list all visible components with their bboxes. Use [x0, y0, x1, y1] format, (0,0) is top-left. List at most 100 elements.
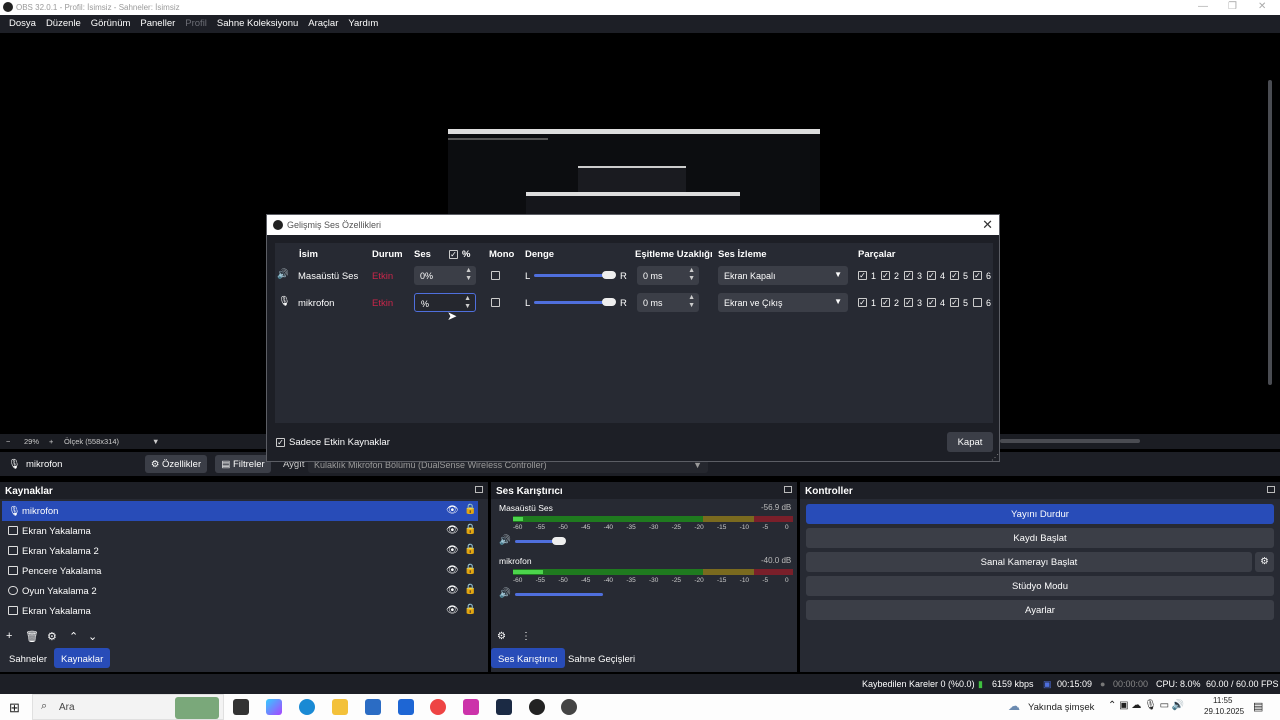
move-up-icon[interactable]: ⌃ [69, 630, 78, 643]
filters-button[interactable]: ▤ Filtreler [215, 455, 271, 473]
task-view-icon[interactable] [233, 699, 249, 715]
file-explorer-icon[interactable] [332, 699, 348, 715]
wrench-icon[interactable]: ⚙ [497, 631, 506, 642]
source-item-mikrofon[interactable]: 🎙 mikrofon 👁 🔒 [2, 501, 478, 521]
visibility-eye-icon[interactable]: 👁 [446, 505, 459, 516]
tray-icons[interactable]: ⌃ ▣ ☁ 🎙 ▭ 🔊 [1108, 700, 1184, 711]
dialog-close-icon[interactable]: ✕ [982, 217, 993, 233]
track-checkbox[interactable]: ✓ [858, 271, 867, 280]
trash-icon[interactable]: 🗑 [25, 630, 39, 643]
menu-profile[interactable]: Profil [180, 15, 212, 33]
lock-icon[interactable]: 🔒 [464, 584, 476, 595]
volume-slider-knob[interactable] [552, 537, 567, 545]
stop-streaming-button[interactable]: Yayını Durdur [806, 504, 1274, 524]
studio-mode-button[interactable]: Stüdyo Modu [806, 576, 1274, 596]
tab-sources[interactable]: Kaynaklar [54, 648, 111, 668]
weather-text[interactable]: Yakında şimşek [1028, 702, 1094, 713]
resize-grip-icon[interactable]: ⋰ [991, 453, 999, 462]
undock-icon[interactable] [784, 486, 792, 493]
zoom-in-button[interactable]: + [49, 437, 53, 446]
source-item-ekran-yakalama[interactable]: Ekran Yakalama 👁 🔒 [2, 601, 478, 621]
more-options-icon[interactable]: ⋮ [521, 631, 531, 642]
spin-arrows-icon[interactable]: ▲ ▼ [465, 267, 472, 283]
menu-docks[interactable]: Paneller [135, 15, 180, 33]
active-only-checkbox[interactable]: ✓ [276, 438, 285, 447]
settings-button[interactable]: Ayarlar [806, 600, 1274, 620]
spin-arrows-icon[interactable]: ▲ ▼ [688, 267, 695, 283]
undock-icon[interactable] [475, 486, 483, 493]
preview-vertical-scrollbar[interactable] [1268, 80, 1272, 385]
start-recording-button[interactable]: Kaydı Başlat [806, 528, 1274, 548]
track-checkbox[interactable]: ✓ [904, 298, 913, 307]
tab-scenes[interactable]: Sahneler [2, 648, 54, 668]
balance-slider[interactable] [534, 274, 612, 277]
copilot-icon[interactable] [266, 699, 282, 715]
track-checkbox[interactable]: ✓ [881, 271, 890, 280]
volume-spinbox[interactable]: % ▲ ▼ [414, 293, 476, 312]
app-icon[interactable] [463, 699, 479, 715]
scale-dropdown-icon[interactable]: ▼ [152, 437, 159, 446]
notification-icon[interactable]: ▤ [1253, 700, 1263, 713]
speaker-icon[interactable]: 🔊 [499, 588, 511, 599]
lock-icon[interactable]: 🔒 [464, 504, 476, 515]
windows-start-icon[interactable]: ⊞ [9, 700, 20, 716]
tab-audio-mixer[interactable]: Ses Karıştırıcı [491, 648, 565, 668]
percent-checkbox[interactable]: ✓ [449, 250, 458, 259]
visibility-eye-icon[interactable]: 👁 [446, 525, 459, 536]
mono-checkbox[interactable] [491, 271, 500, 280]
properties-button[interactable]: ⚙ Özellikler [145, 455, 207, 473]
mono-checkbox[interactable] [491, 298, 500, 307]
track-checkbox[interactable]: ✓ [904, 271, 913, 280]
move-down-icon[interactable]: ⌄ [88, 630, 97, 643]
source-item-ekran-yakalama[interactable]: Ekran Yakalama 👁 🔒 [2, 521, 478, 541]
maximize-button[interactable]: ❐ [1228, 1, 1237, 12]
menu-help[interactable]: Yardım [343, 15, 383, 33]
visibility-eye-icon[interactable]: 👁 [446, 565, 459, 576]
minimize-button[interactable]: — [1198, 1, 1208, 12]
lock-icon[interactable]: 🔒 [464, 524, 476, 535]
gear-icon[interactable]: ⚙ [47, 630, 57, 643]
track-checkbox[interactable]: ✓ [927, 271, 936, 280]
preview-horizontal-scrollbar[interactable] [1000, 439, 1140, 443]
visibility-eye-icon[interactable]: 👁 [446, 605, 459, 616]
menu-file[interactable]: Dosya [4, 15, 41, 33]
visibility-eye-icon[interactable]: 👁 [446, 585, 459, 596]
track-checkbox[interactable] [973, 298, 982, 307]
track-checkbox[interactable]: ✓ [858, 298, 867, 307]
track-checkbox[interactable]: ✓ [950, 298, 959, 307]
menu-view[interactable]: Görünüm [86, 15, 136, 33]
track-checkbox[interactable]: ✓ [973, 271, 982, 280]
menu-edit[interactable]: Düzenle [41, 15, 86, 33]
spin-arrows-icon[interactable]: ▲ ▼ [688, 294, 695, 310]
obs-taskbar-icon[interactable] [529, 699, 545, 715]
clock-time[interactable]: 11:55 [1213, 696, 1232, 705]
tab-scene-transitions[interactable]: Sahne Geçişleri [561, 648, 642, 668]
zoom-out-button[interactable]: − [6, 437, 10, 446]
mail-icon[interactable] [398, 699, 414, 715]
spin-arrows-icon[interactable]: ▲ ▼ [464, 295, 471, 311]
edge-icon[interactable] [299, 699, 315, 715]
settings-taskbar-icon[interactable] [561, 699, 577, 715]
taskbar-search[interactable]: ⌕ Ara [32, 694, 224, 720]
source-item-pencere-yakalama[interactable]: Pencere Yakalama 👁 🔒 [2, 561, 478, 581]
sync-offset-spinbox[interactable]: 0 ms ▲ ▼ [637, 293, 699, 312]
lock-icon[interactable]: 🔒 [464, 544, 476, 555]
terminal-icon[interactable] [496, 699, 512, 715]
lock-icon[interactable]: 🔒 [464, 604, 476, 615]
track-checkbox[interactable]: ✓ [881, 298, 890, 307]
monitoring-select[interactable]: Ekran Kapalı ▼ [718, 266, 848, 285]
start-virtual-camera-button[interactable]: Sanal Kamerayı Başlat [806, 552, 1252, 572]
monitoring-select[interactable]: Ekran ve Çıkış ▼ [718, 293, 848, 312]
volume-spinbox[interactable]: 0% ▲ ▼ [414, 266, 476, 285]
track-checkbox[interactable]: ✓ [927, 298, 936, 307]
store-icon[interactable] [365, 699, 381, 715]
close-dialog-button[interactable]: Kapat [947, 432, 993, 452]
speaker-icon[interactable]: 🔊 [499, 535, 511, 546]
undock-icon[interactable] [1267, 486, 1275, 493]
source-item-ekran-yakalama-2[interactable]: Ekran Yakalama 2 👁 🔒 [2, 541, 478, 561]
balance-knob[interactable] [602, 298, 616, 306]
visibility-eye-icon[interactable]: 👁 [446, 545, 459, 556]
volume-slider[interactable] [515, 537, 567, 545]
volume-slider[interactable] [515, 593, 603, 596]
track-checkbox[interactable]: ✓ [950, 271, 959, 280]
